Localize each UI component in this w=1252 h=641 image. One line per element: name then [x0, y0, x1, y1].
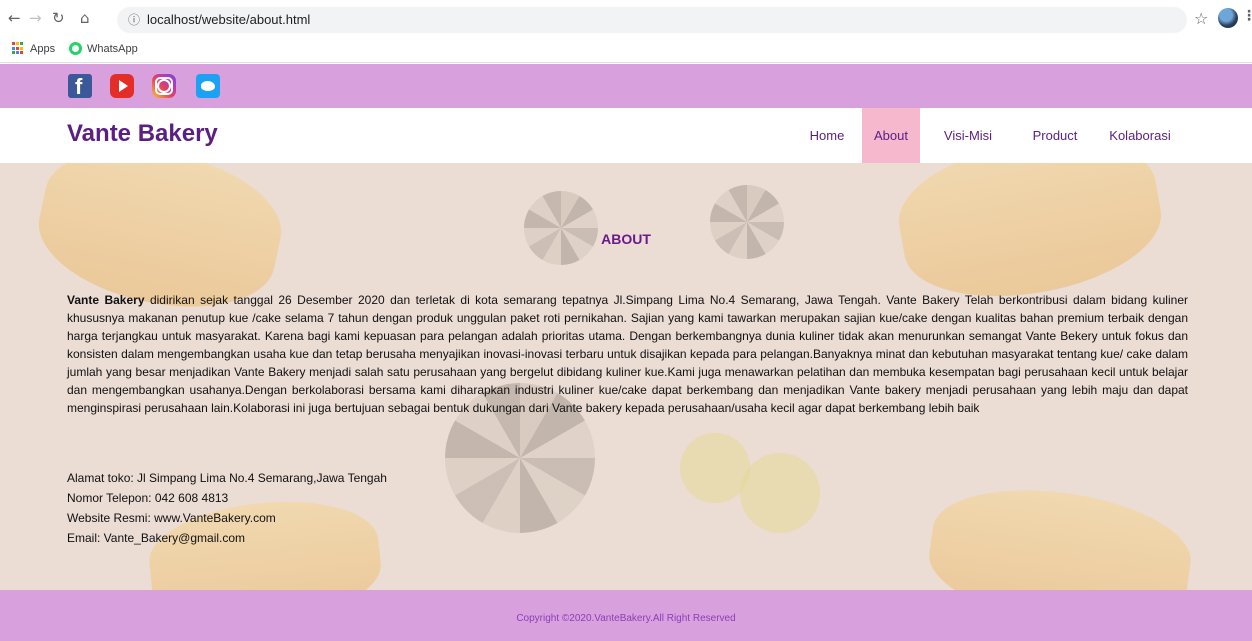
whatsapp-icon — [69, 42, 82, 55]
contact-website: Website Resmi: www.VanteBakery.com — [67, 511, 276, 525]
nav-kolaborasi[interactable]: Kolaborasi — [1098, 108, 1182, 163]
site-header: Vante Bakery Home About Visi-Misi Produc… — [0, 108, 1252, 163]
info-icon[interactable]: ⓘ — [128, 11, 140, 28]
address-bar[interactable]: ⓘ localhost/website/about.html — [117, 7, 1187, 33]
home-icon[interactable]: ⌂ — [80, 9, 90, 27]
facebook-icon[interactable]: f — [68, 74, 92, 99]
social-bar: f — [0, 64, 1252, 108]
site-brand[interactable]: Vante Bakery — [67, 120, 218, 148]
back-icon[interactable]: ← — [8, 9, 21, 27]
reload-icon[interactable]: ↻ — [52, 9, 65, 27]
about-brand-bold: Vante Bakery — [67, 293, 145, 307]
twitter-icon[interactable] — [196, 74, 220, 98]
bread-illustration — [922, 475, 1198, 590]
bookmark-apps-label: Apps — [30, 42, 56, 55]
apps-grid-icon — [12, 42, 25, 55]
contact-email: Email: Vante_Bakery@gmail.com — [67, 531, 246, 545]
about-title: ABOUT — [601, 231, 651, 247]
bookmark-whatsapp-label: WhatsApp — [87, 42, 138, 55]
nav-about[interactable]: About — [862, 108, 920, 163]
bookmark-whatsapp[interactable]: WhatsApp — [69, 42, 138, 55]
bookmark-apps[interactable]: Apps — [12, 42, 55, 55]
nav-visi-misi[interactable]: Visi-Misi — [934, 108, 1002, 163]
candy-illustration — [710, 185, 784, 259]
nav-home[interactable]: Home — [798, 108, 856, 163]
cracker-illustration — [740, 453, 820, 533]
youtube-icon[interactable] — [110, 74, 134, 98]
about-section: ABOUT Vante Bakery didirikan sejak tangg… — [0, 163, 1252, 590]
browser-toolbar: ← → ↻ ⌂ ⓘ localhost/website/about.html ☆… — [0, 0, 1252, 37]
nav-product[interactable]: Product — [1020, 108, 1090, 163]
url-text[interactable]: localhost/website/about.html — [147, 12, 310, 27]
bookmark-star-icon[interactable]: ☆ — [1194, 9, 1208, 28]
copyright-text: Copyright ©2020.VanteBakery.All Right Re… — [516, 613, 736, 624]
instagram-icon[interactable] — [152, 74, 176, 98]
site-footer: Copyright ©2020.VanteBakery.All Right Re… — [0, 590, 1252, 641]
browser-menu-icon[interactable]: ⋮ — [1242, 8, 1252, 24]
about-paragraph: Vante Bakery didirikan sejak tanggal 26 … — [67, 291, 1188, 417]
contact-info: Alamat toko: Jl Simpang Lima No.4 Semara… — [67, 468, 387, 548]
about-text: didirikan sejak tanggal 26 Desember 2020… — [67, 293, 1188, 415]
forward-icon[interactable]: → — [29, 9, 42, 27]
contact-address: Alamat toko: Jl Simpang Lima No.4 Semara… — [67, 471, 387, 485]
profile-avatar[interactable] — [1218, 8, 1238, 28]
bookmarks-bar: Apps WhatsApp — [0, 37, 1252, 63]
candy-illustration — [524, 191, 598, 265]
contact-phone: Nomor Telepon: 042 608 4813 — [67, 491, 229, 505]
